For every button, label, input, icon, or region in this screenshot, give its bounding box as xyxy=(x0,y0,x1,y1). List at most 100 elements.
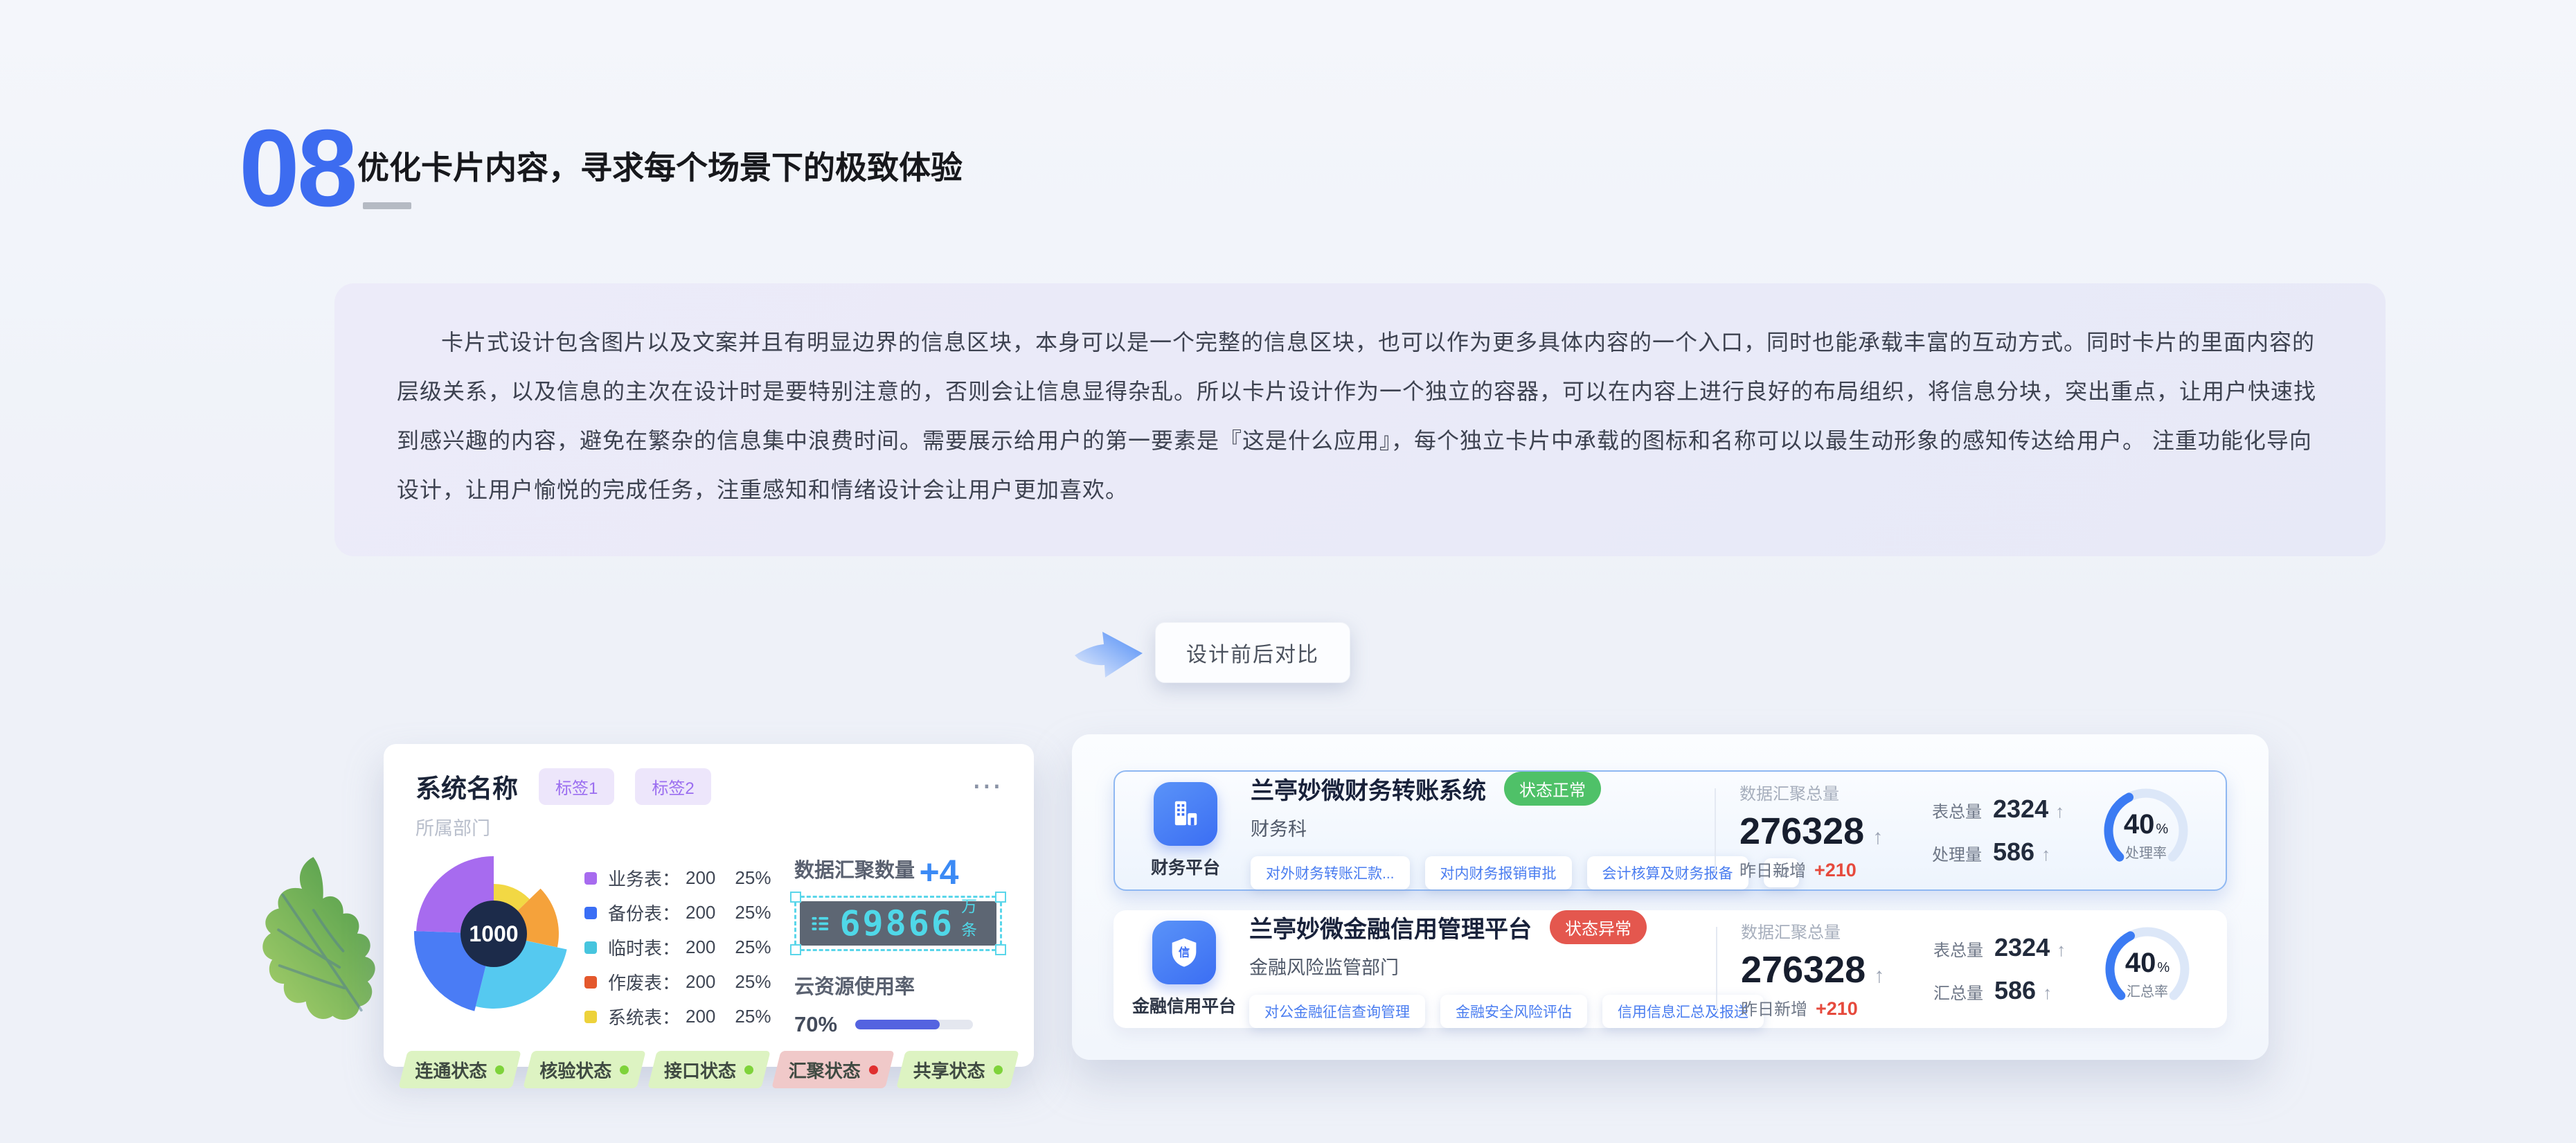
section-number: 08 xyxy=(239,119,355,218)
selection-handle[interactable] xyxy=(995,944,1006,955)
legend-percent: 25% xyxy=(735,937,771,958)
legend-value: 200 xyxy=(686,971,715,993)
status-tag-label: 接口状态 xyxy=(664,1057,736,1083)
status-tag-label: 共享状态 xyxy=(913,1057,985,1083)
before-card-header: 系统名称 标签1 标签2 ⋯ xyxy=(415,768,1002,805)
status-tag-label: 核验状态 xyxy=(539,1057,611,1083)
legend-label: 备份表： xyxy=(608,900,680,925)
feature-tag[interactable]: 对外财务转账汇款... xyxy=(1251,856,1410,889)
list-icon xyxy=(811,911,830,936)
app-title: 兰亭妙微金融信用管理平台 xyxy=(1249,910,1532,944)
metric-label: 表总量 xyxy=(1932,798,1982,822)
divider xyxy=(1715,788,1716,873)
legend-label: 系统表： xyxy=(608,1004,680,1029)
app-row-credit[interactable]: 信 金融信用平台 兰亭妙微金融信用管理平台 状态异常 金融风险监管部门 对公金融… xyxy=(1113,910,2227,1028)
system-card-before[interactable]: 系统名称 标签1 标签2 ⋯ 所属部门 1000 业务表： 200 25% 备份… xyxy=(384,744,1034,1067)
page-title: 优化卡片内容，寻求每个场景下的极致体验 xyxy=(357,143,963,188)
aggregation-label: 数据汇聚数量 xyxy=(794,854,915,883)
status-dot xyxy=(869,1065,878,1074)
legend-percent: 25% xyxy=(735,1006,771,1027)
compare-button[interactable]: 设计前后对比 xyxy=(1155,622,1350,683)
rate-gauge: 40% 汇总率 xyxy=(2095,921,2199,1018)
feature-tag[interactable]: 会计核算及财务报备 xyxy=(1587,856,1748,889)
up-arrow-icon: ↑ xyxy=(2041,844,2050,865)
yesterday-delta: +210 xyxy=(1816,998,1858,1020)
legend-label: 临时表： xyxy=(608,934,680,960)
gauge-value: 40 xyxy=(2125,948,2156,979)
legend-value: 200 xyxy=(686,867,715,889)
divider xyxy=(1716,927,1717,1011)
pie-legend: 业务表： 200 25% 备份表： 200 25% 临时表： 200 25% xyxy=(584,865,771,1029)
rate-gauge: 40% 处理率 xyxy=(2094,782,2198,879)
app-row-finance[interactable]: 财务平台 兰亭妙微财务转账系统 状态正常 财务科 对外财务转账汇款...对内财务… xyxy=(1113,770,2227,891)
app-stats: 数据汇聚总量 276328 ↑ 昨日新增 +210 表总量2324↑ 汇总量58… xyxy=(1741,919,2199,1020)
feature-tag[interactable]: 对公金融征信查询管理 xyxy=(1249,995,1425,1028)
legend-value: 200 xyxy=(686,1006,715,1027)
status-tag-aggregate[interactable]: 汇聚状态 xyxy=(776,1051,890,1088)
status-dot xyxy=(495,1065,504,1074)
cloud-usage-percent: 70% xyxy=(794,1012,837,1037)
status-dot xyxy=(994,1065,1003,1074)
aggregation-value: 69866 xyxy=(839,903,954,943)
system-tag-2[interactable]: 标签2 xyxy=(635,768,710,805)
gauge-value: 40 xyxy=(2124,809,2155,840)
yesterday-label: 昨日新增 xyxy=(1741,995,1807,1020)
system-name: 系统名称 xyxy=(415,768,518,805)
more-menu-icon[interactable]: ⋯ xyxy=(972,779,1002,793)
status-badge: 状态正常 xyxy=(1504,772,1601,806)
metric-value: 2324 xyxy=(1994,933,2050,962)
cloud-usage-fill xyxy=(855,1020,940,1029)
metric-value: 2324 xyxy=(1993,795,2048,824)
shield-icon: 信 xyxy=(1152,921,1216,984)
metric-label: 汇总量 xyxy=(1933,980,1983,1004)
legend-value: 200 xyxy=(686,937,715,958)
total-value: 276328 xyxy=(1741,948,1866,991)
selection-handle[interactable] xyxy=(790,892,801,903)
total-stat: 数据汇聚总量 276328 ↑ 昨日新增 +210 xyxy=(1741,919,1920,1020)
legend-label: 业务表： xyxy=(608,865,680,891)
up-arrow-icon: ↑ xyxy=(2043,982,2052,1004)
aggregation-value-selection[interactable]: 69866 万条 xyxy=(794,896,1002,951)
status-tag-verify[interactable]: 核验状态 xyxy=(528,1051,641,1088)
platform-label: 金融信用平台 xyxy=(1132,993,1236,1018)
status-tag-share[interactable]: 共享状态 xyxy=(901,1051,1014,1088)
app-department: 金融风险监管部门 xyxy=(1249,952,1716,980)
app-icon-column: 财务平台 xyxy=(1143,782,1228,879)
cloud-usage-row: 70% xyxy=(794,1012,1002,1037)
up-arrow-icon: ↑ xyxy=(1874,964,1884,988)
aggregation-delta: +4 xyxy=(919,858,958,886)
gauge-unit: % xyxy=(2156,822,2168,838)
before-card-metrics: 数据汇聚数量 +4 69866 万条 xyxy=(794,847,1002,1037)
selection-handle[interactable] xyxy=(995,892,1006,903)
status-tag-interface[interactable]: 接口状态 xyxy=(652,1051,766,1088)
status-dot xyxy=(744,1065,753,1074)
shield-character: 信 xyxy=(1179,946,1190,959)
app-stats: 数据汇聚总量 276328 ↑ 昨日新增 +210 表总量2324↑ 处理量58… xyxy=(1739,780,2198,881)
aggregation-unit: 万条 xyxy=(961,893,985,940)
before-card-body: 1000 业务表： 200 25% 备份表： 200 25% 临时表： xyxy=(415,847,1002,1037)
arrow-right-icon xyxy=(1072,623,1147,683)
building-icon xyxy=(1154,782,1217,846)
feature-tag[interactable]: 金融安全风险评估 xyxy=(1440,995,1587,1028)
legend-swatch xyxy=(584,872,597,885)
legend-percent: 25% xyxy=(735,902,771,923)
feature-tag[interactable]: 信用信息汇总及报送 xyxy=(1602,995,1764,1028)
metric-value: 586 xyxy=(1993,838,2034,867)
status-tag-label: 连通状态 xyxy=(415,1057,487,1083)
page: 08 优化卡片内容，寻求每个场景下的极致体验 卡片式设计包含图片以及文案并且有明… xyxy=(0,0,2576,1143)
legend-swatch xyxy=(584,1011,597,1023)
feature-tag[interactable]: 对内财务报销审批 xyxy=(1425,856,1572,889)
cloud-usage-bar xyxy=(855,1020,973,1029)
legend-swatch xyxy=(584,907,597,919)
metric-column: 表总量2324↑ 汇总量586↑ xyxy=(1933,933,2077,1005)
system-tag-1[interactable]: 标签1 xyxy=(539,768,614,805)
selection-handle[interactable] xyxy=(790,944,801,955)
legend-percent: 25% xyxy=(735,971,771,993)
status-tag-connect[interactable]: 连通状态 xyxy=(403,1051,517,1088)
legend-value: 200 xyxy=(686,902,715,923)
svg-text:1000: 1000 xyxy=(469,921,518,946)
app-title: 兰亭妙微财务转账系统 xyxy=(1251,772,1486,806)
title-dash xyxy=(363,202,411,209)
gauge-unit: % xyxy=(2157,960,2170,976)
legend-percent: 25% xyxy=(735,867,771,889)
